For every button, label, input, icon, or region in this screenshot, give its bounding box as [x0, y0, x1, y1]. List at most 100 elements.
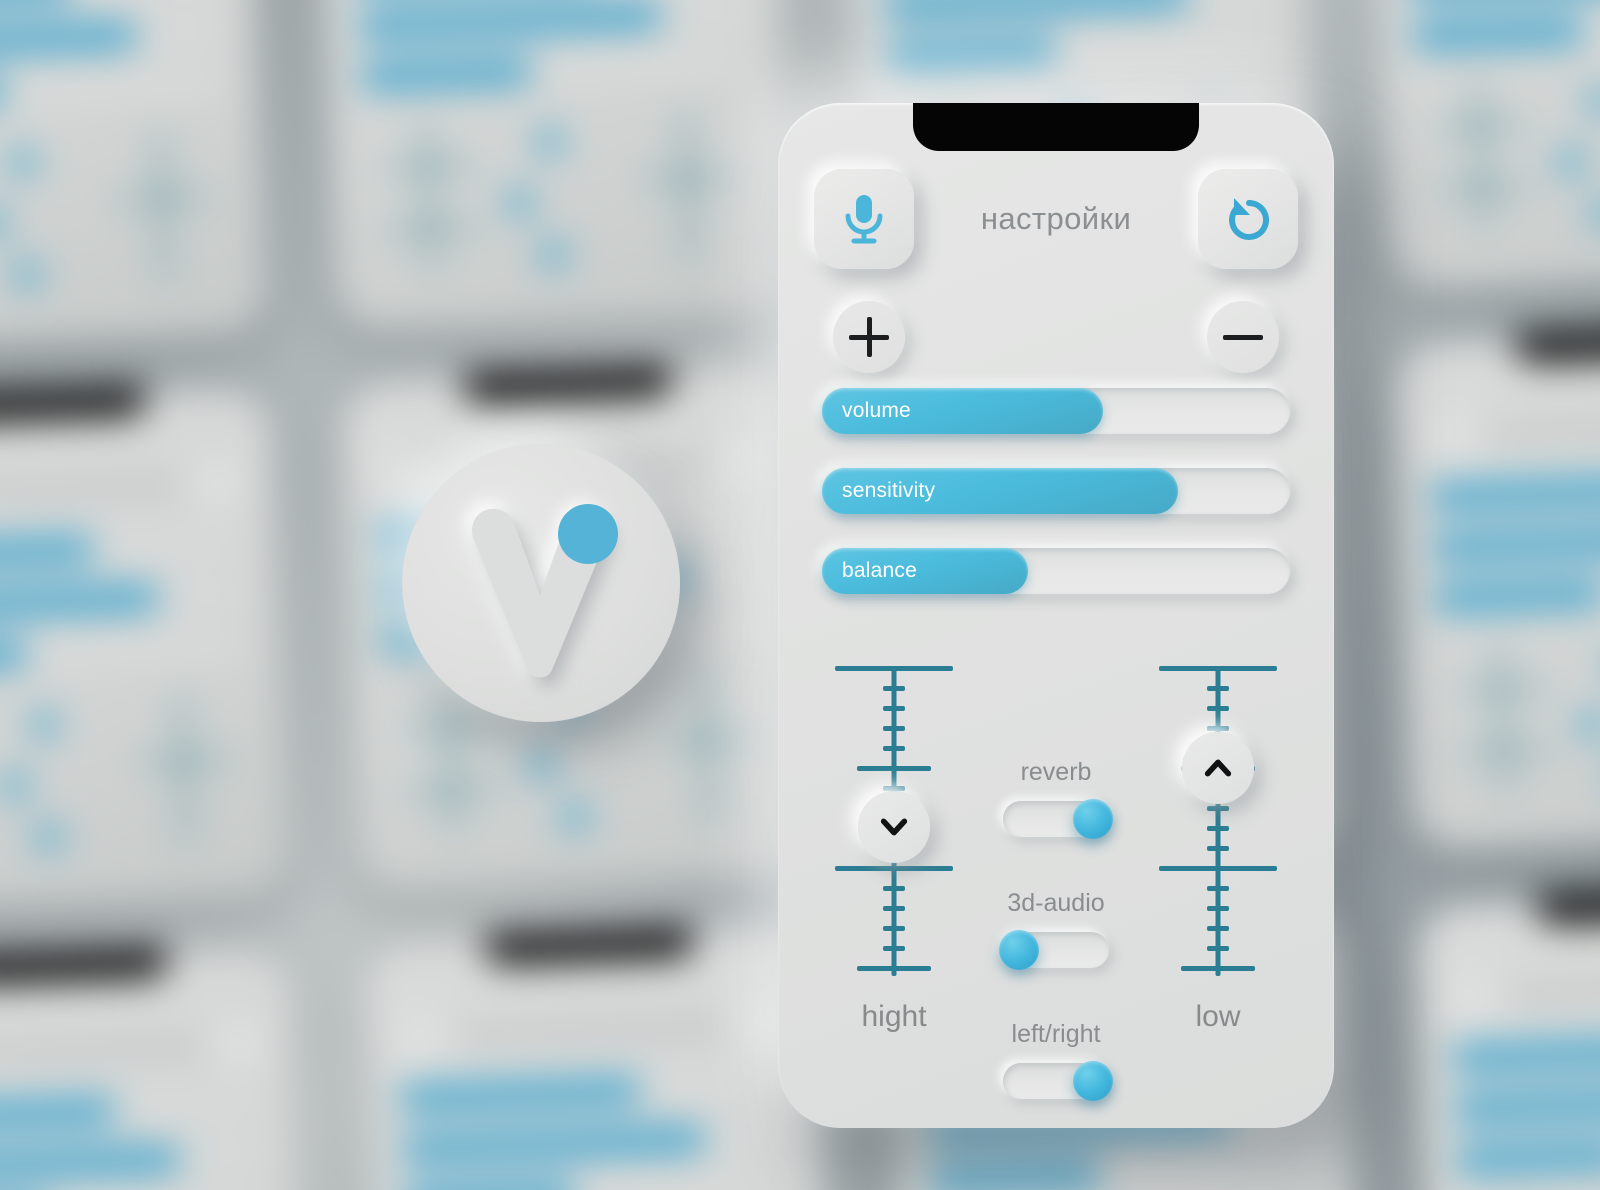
background-fader-area [361, 104, 760, 278]
slider-sensitivity[interactable]: sensitivity [822, 468, 1290, 514]
toggle-left-right-knob [1073, 1061, 1113, 1101]
background-toggle-dot [1590, 199, 1600, 229]
toggle-reverb-label: reverb [1020, 758, 1092, 786]
toggle-3d-audio-label: 3d-audio [1007, 889, 1105, 917]
logo-dot [558, 504, 618, 564]
ruler-tick [857, 766, 931, 771]
background-ruler [178, 694, 189, 842]
fader-low-knob[interactable] [1182, 732, 1254, 805]
background-slider [1453, 1132, 1600, 1175]
background-toggle-dot [534, 127, 563, 157]
background-slider [401, 1172, 796, 1190]
background-card [1369, 0, 1600, 290]
slider-sensitivity-label: sensitivity [842, 479, 936, 502]
fader-low-label: low [1195, 1000, 1241, 1033]
slider-list: volume sensitivity balance [822, 388, 1290, 628]
background-chip [213, 1019, 264, 1070]
background-slider [1430, 519, 1600, 562]
background-chip [1425, 409, 1477, 461]
background-card-notch [462, 364, 674, 404]
background-toggle-dot [8, 148, 37, 177]
ruler-tick [883, 906, 905, 911]
plus-icon-vertical-bar [866, 317, 872, 357]
background-toggle-dot [34, 822, 63, 852]
slider-volume-label: volume [842, 399, 911, 422]
brand-logo-badge [402, 444, 680, 722]
background-card [0, 0, 268, 351]
background-card-notch [1535, 885, 1600, 926]
background-slider [0, 68, 227, 112]
background-slider [882, 0, 1277, 21]
toggle-list: reverb 3d-audio left/right [966, 758, 1146, 1151]
ruler-tick [883, 726, 905, 731]
background-toggle-dot [560, 802, 589, 831]
decrease-button[interactable]: − [1207, 301, 1279, 373]
background-toggle-dot [0, 208, 8, 238]
background-card-notch [0, 384, 148, 425]
toggle-3d-audio[interactable] [999, 930, 1109, 970]
toggle-group-3d-audio: 3d-audio [966, 889, 1146, 970]
ruler-tick [883, 886, 905, 891]
background-text-line [0, 478, 180, 500]
background-card [1391, 323, 1600, 852]
background-ruler [157, 132, 167, 279]
chevron-up-icon [1204, 759, 1232, 777]
background-toggle-dot [538, 240, 568, 269]
background-card [317, 0, 794, 331]
app-header: настройки [814, 169, 1298, 269]
phone-mockup: настройки + − volume sensitivity [778, 103, 1334, 1128]
background-slider [356, 0, 751, 41]
background-ruler [1497, 644, 1508, 791]
toggle-reverb[interactable] [1003, 799, 1113, 839]
background-slider [0, 1142, 268, 1185]
chevron-down-icon [880, 818, 908, 836]
background-ruler [1475, 81, 1486, 229]
ruler-tick [1207, 886, 1229, 891]
background-slider [884, 28, 1279, 71]
background-chip [1447, 971, 1498, 1023]
background-toggle-dot [0, 770, 30, 800]
ruler-tick [835, 666, 953, 671]
ruler-tick [1207, 926, 1229, 931]
background-slider [358, 48, 753, 92]
background-toggle-dot [29, 710, 59, 739]
background-card-notch [0, 946, 169, 987]
ruler-tick [1207, 806, 1229, 811]
ruler-tick [1207, 706, 1229, 711]
background-slider [0, 17, 225, 61]
background-chip [191, 457, 243, 508]
background-fader-area [0, 686, 255, 860]
toggle-left-right-label: left/right [1011, 1020, 1101, 1048]
background-card [0, 946, 311, 1190]
minus-icon [1223, 334, 1263, 340]
background-toggle-dot [1578, 710, 1600, 739]
toggle-left-right[interactable] [1003, 1061, 1113, 1101]
background-slider [0, 579, 247, 623]
background-card-header [1447, 959, 1600, 1023]
fader-hight-knob[interactable] [858, 791, 930, 864]
background-text-line [457, 1020, 728, 1042]
ruler-tick [883, 746, 905, 751]
background-card-header [0, 457, 243, 521]
restore-button[interactable] [1198, 169, 1298, 269]
toggle-reverb-knob [1073, 799, 1113, 839]
background-slider [0, 630, 248, 674]
increase-button[interactable]: + [833, 301, 905, 373]
slider-balance-label: balance [842, 559, 917, 582]
background-card [360, 926, 837, 1190]
ruler-tick [883, 686, 905, 691]
background-card-header [1425, 396, 1600, 461]
ruler-tick [883, 706, 905, 711]
background-card [1412, 885, 1600, 1190]
v-dot-logo-icon [472, 504, 618, 678]
ruler-tick [1207, 686, 1229, 691]
ruler-tick [1159, 666, 1277, 671]
background-text-line [1487, 417, 1600, 439]
slider-volume[interactable]: volume [822, 388, 1290, 434]
background-ruler [704, 674, 715, 821]
toggle-group-reverb: reverb [966, 758, 1146, 839]
slider-balance[interactable]: balance [822, 548, 1290, 594]
ruler-tick [857, 966, 931, 971]
restore-rotate-icon [1229, 198, 1270, 240]
background-chip [717, 436, 769, 488]
